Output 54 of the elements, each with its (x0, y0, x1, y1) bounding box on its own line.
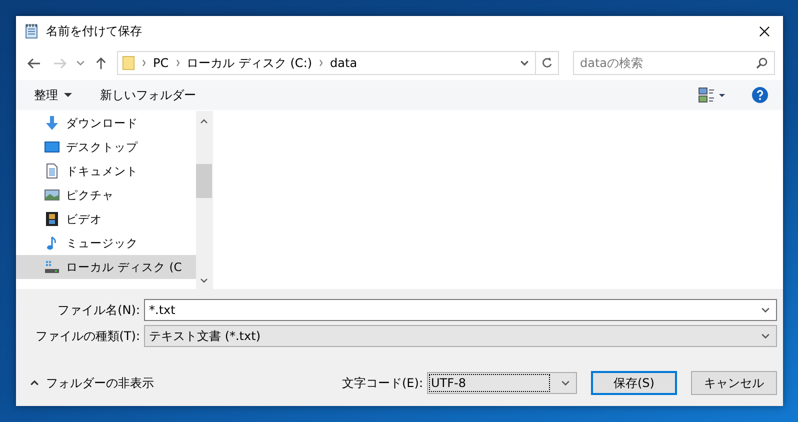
chevron-right-icon (176, 59, 180, 67)
up-arrow-icon[interactable] (94, 56, 108, 70)
help-icon[interactable] (752, 87, 768, 103)
nav-item[interactable]: ビデオ (16, 207, 196, 231)
close-icon[interactable] (759, 26, 770, 36)
view-options-icon[interactable] (698, 87, 726, 103)
back-icon[interactable] (27, 56, 41, 70)
picture-icon (44, 187, 60, 203)
nav-item[interactable]: デスクトップ (16, 135, 196, 159)
film-icon (44, 211, 60, 227)
cancel-button[interactable]: キャンセル (691, 371, 777, 395)
nav-item[interactable]: ピクチャ (16, 183, 196, 207)
address-bar[interactable]: PC ローカル ディスク (C:) data (117, 51, 536, 75)
scrollbar-thumb[interactable] (196, 164, 212, 198)
file-name-field[interactable]: *.txt (144, 299, 777, 321)
encoding-label: 文字コード(E): (342, 374, 424, 392)
refresh-icon (541, 57, 553, 69)
scrollbar[interactable] (196, 111, 212, 289)
window-title: 名前を付けて保存 (46, 22, 142, 40)
search-field[interactable]: dataの検索 (573, 51, 775, 75)
chevron-down-icon[interactable] (76, 60, 85, 66)
breadcrumb[interactable]: data (330, 56, 358, 70)
monitor-icon (44, 139, 60, 155)
encoding-dropdown[interactable]: UTF-8 (427, 372, 577, 394)
chevron-down-icon (561, 380, 570, 386)
nav-item[interactable]: ドキュメント (16, 159, 196, 183)
nav-item[interactable]: ローカル ディスク (C (16, 255, 196, 279)
nav-item[interactable]: ダウンロード (16, 111, 196, 135)
hide-folders-button[interactable]: フォルダーの非表示 (28, 372, 156, 394)
drive-icon (44, 259, 60, 275)
chevron-down-icon[interactable] (520, 60, 529, 66)
chevron-down-icon (761, 333, 770, 339)
new-folder-button[interactable]: 新しいフォルダー (94, 82, 202, 108)
caret-icon (64, 93, 72, 97)
chevron-right-icon (142, 59, 146, 67)
notepad-icon (24, 23, 40, 39)
breadcrumb[interactable]: PC (153, 56, 169, 70)
organize-menu[interactable]: 整理 (28, 82, 78, 108)
nav-item[interactable]: ミュージック (16, 231, 196, 255)
folder-icon (122, 55, 135, 71)
chevron-up-icon (30, 380, 39, 386)
document-icon (44, 163, 60, 179)
search-icon (756, 57, 768, 69)
save-button[interactable]: 保存(S) (591, 371, 677, 395)
breadcrumb[interactable]: ローカル ディスク (C:) (186, 54, 312, 72)
field-label: ファイル名(N): (56, 302, 141, 318)
scroll-down-icon[interactable] (200, 278, 208, 283)
down-arrow-icon (44, 115, 60, 131)
scroll-up-icon[interactable] (200, 119, 208, 124)
field-label: ファイルの種類(T): (34, 328, 141, 344)
chevron-right-icon (319, 59, 324, 67)
chevron-down-icon (761, 307, 770, 313)
refresh-button[interactable] (536, 51, 559, 75)
file-type-dropdown[interactable]: テキスト文書 (*.txt) (144, 325, 777, 347)
